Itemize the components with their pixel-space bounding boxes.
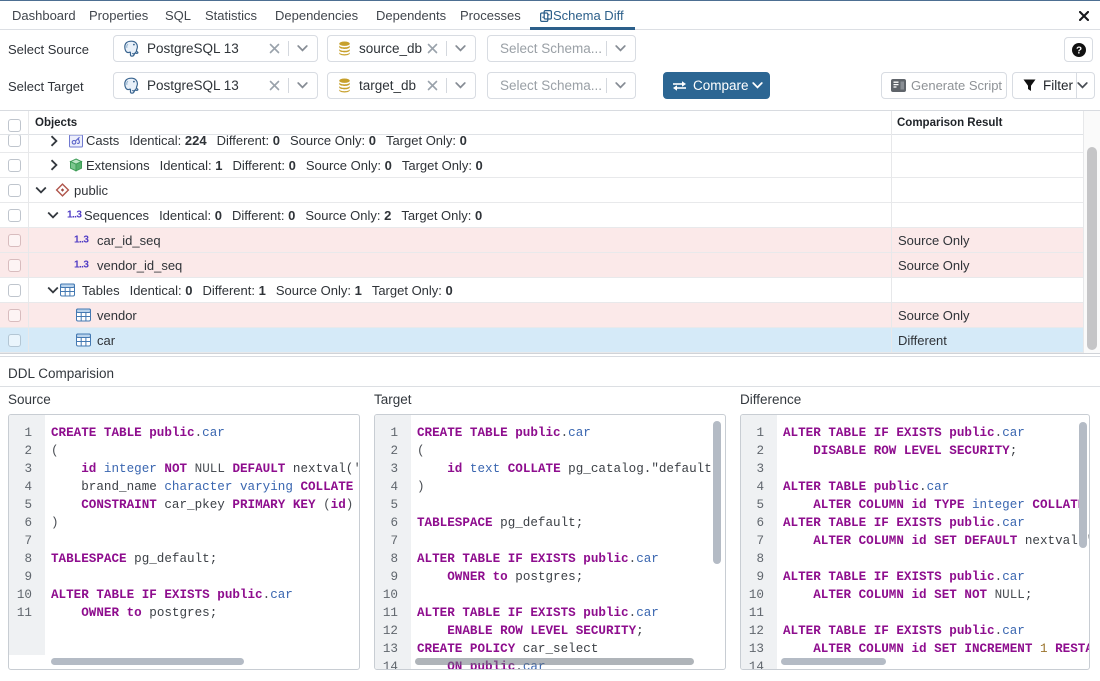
svg-text:?: ?: [1075, 45, 1081, 56]
